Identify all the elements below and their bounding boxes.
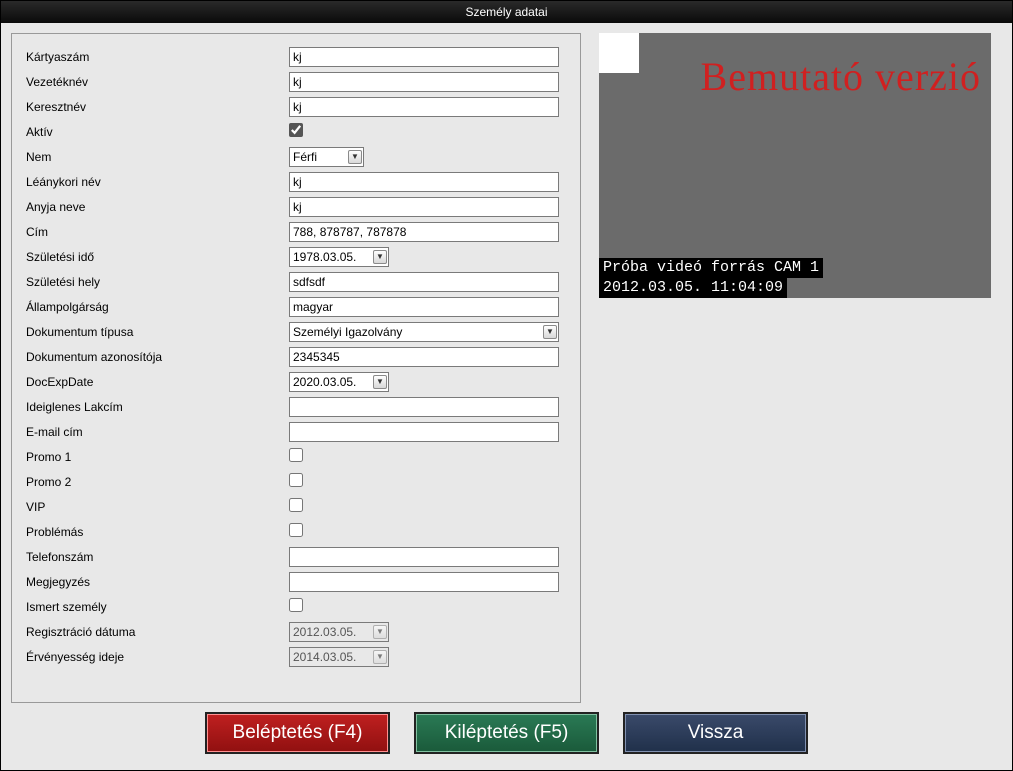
chevron-down-icon: ▼: [373, 650, 387, 664]
label-birthplace: Születési hely: [24, 275, 289, 289]
person-details-window: Személy adatai Kártyaszám Vezetéknév Ker…: [0, 0, 1013, 771]
input-firstname[interactable]: [289, 97, 559, 117]
datepicker-birthdate[interactable]: ▼: [289, 247, 389, 267]
row-validuntil: Érvényesség ideje ▼: [24, 644, 568, 669]
input-email[interactable]: [289, 422, 559, 442]
row-birthplace: Születési hely: [24, 269, 568, 294]
row-mothersname: Anyja neve: [24, 194, 568, 219]
label-problematic: Problémás: [24, 525, 289, 539]
row-maidenname: Léánykori név: [24, 169, 568, 194]
chevron-down-icon[interactable]: ▼: [348, 150, 362, 164]
label-known: Ismert személy: [24, 600, 289, 614]
checkbox-active[interactable]: [289, 123, 303, 137]
row-regdate: Regisztráció dátuma ▼: [24, 619, 568, 644]
label-phone: Telefonszám: [24, 550, 289, 564]
input-maidenname[interactable]: [289, 172, 559, 192]
row-promo1: Promo 1: [24, 444, 568, 469]
label-note: Megjegyzés: [24, 575, 289, 589]
camera-timestamp: 2012.03.05. 11:04:09: [599, 278, 787, 298]
row-gender: Nem ▼: [24, 144, 568, 169]
datepicker-docexp[interactable]: ▼: [289, 372, 389, 392]
checkbox-known[interactable]: [289, 598, 303, 612]
row-known: Ismert személy: [24, 594, 568, 619]
label-promo1: Promo 1: [24, 450, 289, 464]
checkbox-vip[interactable]: [289, 498, 303, 512]
demo-watermark: Bemutató verzió: [701, 53, 981, 100]
row-vip: VIP: [24, 494, 568, 519]
label-firstname: Keresztnév: [24, 100, 289, 114]
label-email: E-mail cím: [24, 425, 289, 439]
chevron-down-icon[interactable]: ▼: [543, 325, 557, 339]
label-mothersname: Anyja neve: [24, 200, 289, 214]
row-promo2: Promo 2: [24, 469, 568, 494]
form-panel: Kártyaszám Vezetéknév Keresztnév Aktív N…: [11, 33, 581, 703]
content-area: Kártyaszám Vezetéknév Keresztnév Aktív N…: [1, 23, 1012, 705]
row-active: Aktív: [24, 119, 568, 144]
label-doctype: Dokumentum típusa: [24, 325, 289, 339]
label-active: Aktív: [24, 125, 289, 139]
checkout-button[interactable]: Kiléptetés (F5): [414, 712, 599, 754]
label-vip: VIP: [24, 500, 289, 514]
input-address[interactable]: [289, 222, 559, 242]
label-address: Cím: [24, 225, 289, 239]
window-titlebar: Személy adatai: [1, 1, 1012, 23]
label-promo2: Promo 2: [24, 475, 289, 489]
label-maidenname: Léánykori név: [24, 175, 289, 189]
input-cardnum[interactable]: [289, 47, 559, 67]
checkbox-promo2[interactable]: [289, 473, 303, 487]
label-validuntil: Érvényesség ideje: [24, 650, 289, 664]
label-cardnum: Kártyaszám: [24, 50, 289, 64]
row-tempaddr: Ideiglenes Lakcím: [24, 394, 568, 419]
camera-preview: Bemutató verzió Próba videó forrás CAM 1…: [599, 33, 991, 298]
camera-thumb: [599, 33, 639, 73]
input-lastname[interactable]: [289, 72, 559, 92]
camera-overlay: Próba videó forrás CAM 1 2012.03.05. 11:…: [599, 258, 823, 298]
chevron-down-icon[interactable]: ▼: [373, 250, 387, 264]
row-docid: Dokumentum azonosítója: [24, 344, 568, 369]
row-lastname: Vezetéknév: [24, 69, 568, 94]
row-address: Cím: [24, 219, 568, 244]
label-docid: Dokumentum azonosítója: [24, 350, 289, 364]
label-docexp: DocExpDate: [24, 375, 289, 389]
input-tempaddr[interactable]: [289, 397, 559, 417]
row-email: E-mail cím: [24, 419, 568, 444]
back-button[interactable]: Vissza: [623, 712, 808, 754]
row-cardnum: Kártyaszám: [24, 44, 568, 69]
row-note: Megjegyzés: [24, 569, 568, 594]
input-docid[interactable]: [289, 347, 559, 367]
label-gender: Nem: [24, 150, 289, 164]
input-mothersname[interactable]: [289, 197, 559, 217]
select-doctype-value[interactable]: [289, 322, 559, 342]
chevron-down-icon[interactable]: ▼: [373, 375, 387, 389]
label-regdate: Regisztráció dátuma: [24, 625, 289, 639]
label-citizenship: Állampolgárság: [24, 300, 289, 314]
row-birthdate: Születési idő ▼: [24, 244, 568, 269]
select-gender[interactable]: ▼: [289, 147, 364, 167]
checkbox-problematic[interactable]: [289, 523, 303, 537]
row-citizenship: Állampolgárság: [24, 294, 568, 319]
input-birthplace[interactable]: [289, 272, 559, 292]
row-problematic: Problémás: [24, 519, 568, 544]
row-doctype: Dokumentum típusa ▼: [24, 319, 568, 344]
datepicker-validuntil: ▼: [289, 647, 389, 667]
label-tempaddr: Ideiglenes Lakcím: [24, 400, 289, 414]
row-docexp: DocExpDate ▼: [24, 369, 568, 394]
chevron-down-icon: ▼: [373, 625, 387, 639]
checkbox-promo1[interactable]: [289, 448, 303, 462]
select-doctype[interactable]: ▼: [289, 322, 559, 342]
camera-source-label: Próba videó forrás CAM 1: [599, 258, 823, 278]
datepicker-regdate: ▼: [289, 622, 389, 642]
input-note[interactable]: [289, 572, 559, 592]
button-bar: Beléptetés (F4) Kiléptetés (F5) Vissza: [1, 705, 1012, 770]
row-phone: Telefonszám: [24, 544, 568, 569]
label-birthdate: Születési idő: [24, 250, 289, 264]
window-title: Személy adatai: [465, 5, 547, 19]
label-lastname: Vezetéknév: [24, 75, 289, 89]
row-firstname: Keresztnév: [24, 94, 568, 119]
checkin-button[interactable]: Beléptetés (F4): [205, 712, 390, 754]
input-phone[interactable]: [289, 547, 559, 567]
input-citizenship[interactable]: [289, 297, 559, 317]
